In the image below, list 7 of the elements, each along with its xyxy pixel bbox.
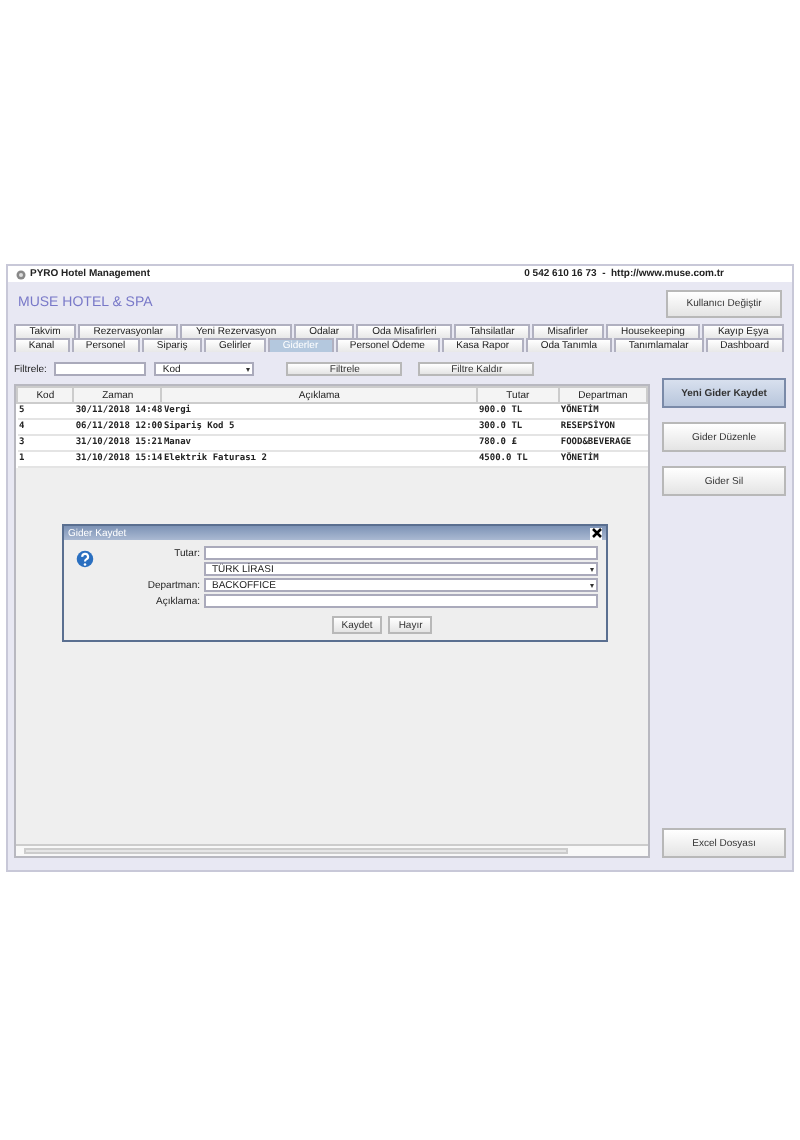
filter-field[interactable]	[54, 362, 147, 376]
input-field[interactable]	[204, 546, 598, 560]
input-field[interactable]	[204, 594, 598, 608]
close-button[interactable]	[590, 527, 602, 539]
app-icon	[16, 269, 26, 279]
question-icon	[76, 550, 94, 568]
horizontal-scrollbar[interactable]	[16, 844, 648, 856]
